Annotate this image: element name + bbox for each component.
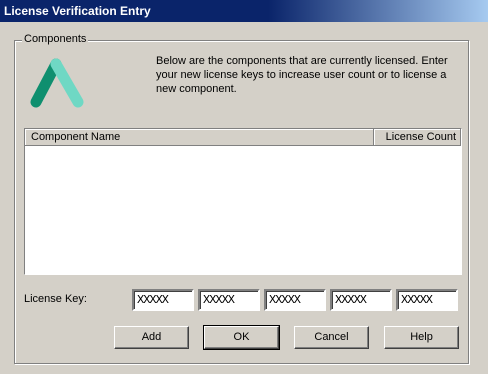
license-key-label: License Key: <box>24 293 87 305</box>
column-header-component-name[interactable]: Component Name <box>25 129 374 146</box>
license-key-field-4[interactable]: XXXXX <box>330 289 392 311</box>
components-group-legend: Components <box>22 33 89 45</box>
license-key-field-2[interactable]: XXXXX <box>198 289 260 311</box>
ok-button[interactable]: OK <box>203 325 280 350</box>
license-key-field-3[interactable]: XXXXX <box>264 289 326 311</box>
components-list[interactable]: Component Name License Count <box>24 128 462 275</box>
components-description: Below are the components that are curren… <box>156 55 448 95</box>
license-key-field-5[interactable]: XXXXX <box>396 289 458 311</box>
column-header-license-count[interactable]: License Count <box>374 129 461 146</box>
cancel-button[interactable]: Cancel <box>294 326 369 349</box>
window-title: License Verification Entry <box>4 4 151 18</box>
stylized-a-logo-icon <box>30 58 84 108</box>
window-title-bar[interactable]: License Verification Entry <box>0 0 488 22</box>
license-key-field-1[interactable]: XXXXX <box>132 289 194 311</box>
help-button[interactable]: Help <box>384 326 459 349</box>
add-button[interactable]: Add <box>114 326 189 349</box>
list-header: Component Name License Count <box>25 129 461 146</box>
